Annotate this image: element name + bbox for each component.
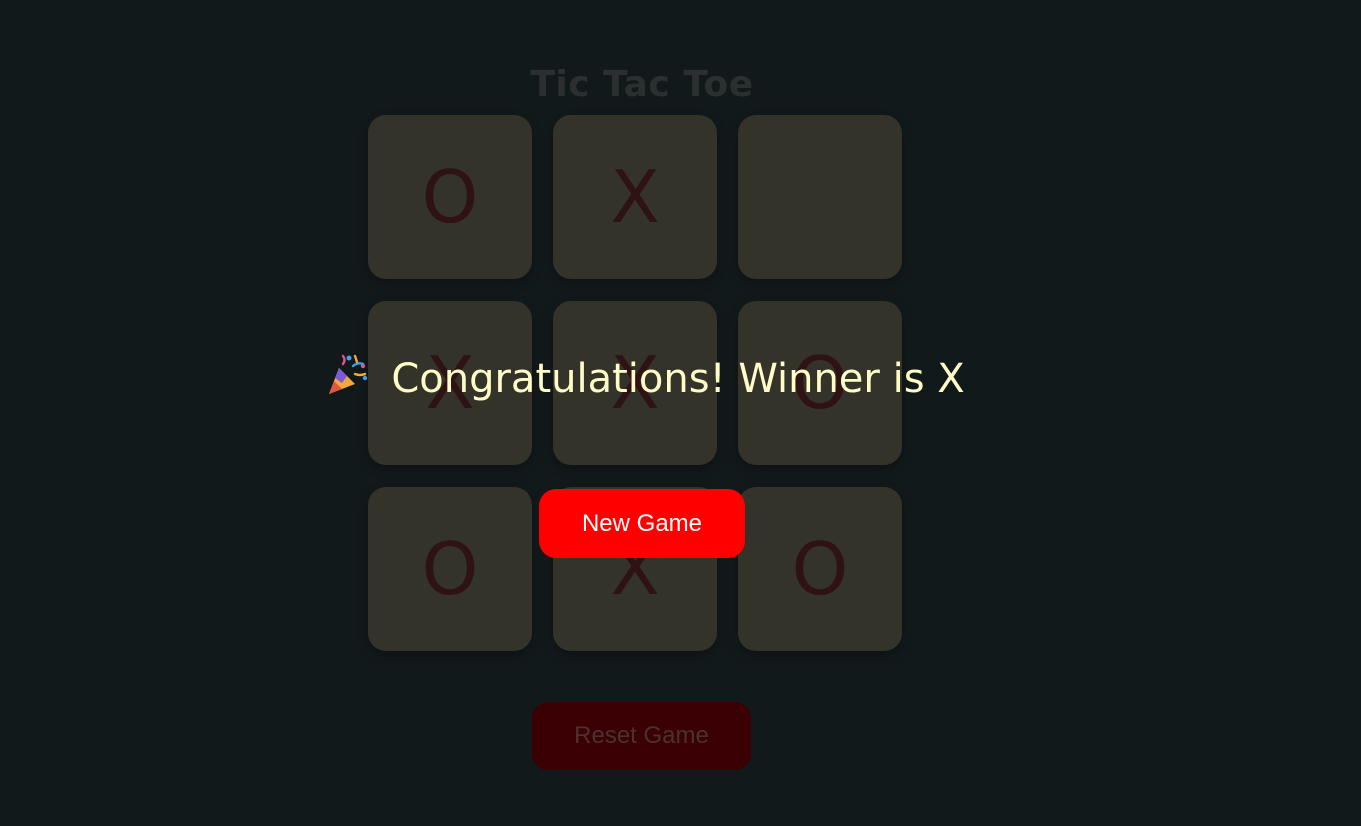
new-game-button[interactable]: New Game — [539, 489, 745, 558]
winner-message: Congratulations! Winner is X — [391, 356, 965, 402]
winner-message-row: Congratulations! Winner is X — [0, 352, 1290, 402]
party-popper-icon — [325, 352, 371, 398]
winner-overlay: Congratulations! Winner is X New Game — [0, 0, 1361, 826]
